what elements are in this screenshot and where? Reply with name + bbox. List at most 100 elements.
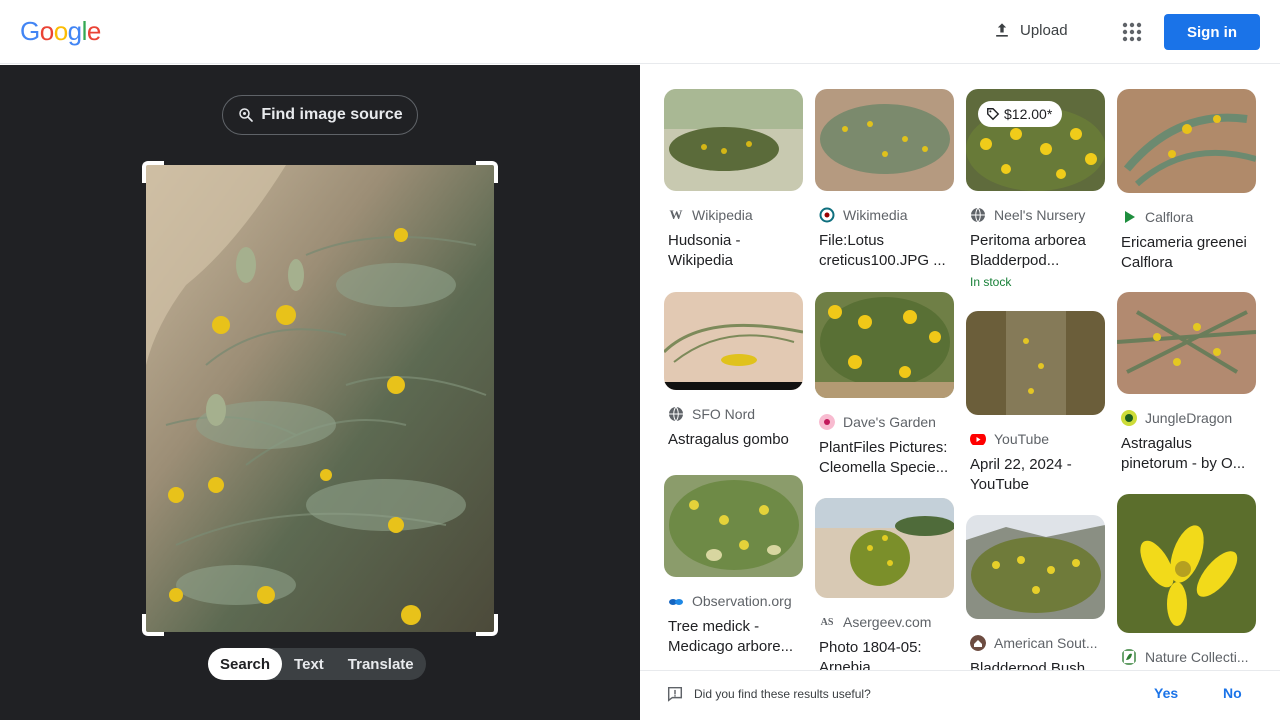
result-card[interactable]: W Wikipedia Hudsonia - Wikipedia <box>664 89 803 271</box>
result-thumbnail <box>1117 292 1256 394</box>
result-thumbnail <box>664 475 803 577</box>
tab-translate[interactable]: Translate <box>336 648 426 680</box>
result-thumbnail <box>1117 494 1256 633</box>
youtube-icon <box>970 434 986 445</box>
wikipedia-icon: W <box>669 207 683 222</box>
visual-matches-panel: W Wikipedia Hudsonia - Wikipedia SFO Nor… <box>640 65 1280 720</box>
result-thumbnail <box>815 89 954 191</box>
result-title: Astragalus pinetorum - by O... <box>1121 435 1246 472</box>
result-source: Neel's Nursery <box>966 207 1105 223</box>
crop-handle-bottom-right[interactable] <box>476 614 498 636</box>
result-title: Ericameria greenei Calflora <box>1121 234 1247 271</box>
source-name: Neel's Nursery <box>994 207 1086 223</box>
observation-icon <box>669 599 683 605</box>
result-card[interactable]: Observation.org Tree medick - Medicago a… <box>664 475 803 657</box>
header: Google Upload Sign in <box>0 0 1280 64</box>
source-name: Calflora <box>1145 209 1194 225</box>
result-source: SFO Nord <box>664 406 803 422</box>
upload-button[interactable]: Upload <box>992 20 1068 40</box>
globe-icon <box>971 207 985 223</box>
source-name: Asergeev.com <box>843 614 932 630</box>
result-title: Hudsonia - Wikipedia <box>668 232 741 269</box>
lens-mode-tabs: Search Text Translate <box>208 648 426 680</box>
source-name: Nature Collecti... <box>1145 649 1249 665</box>
result-title: Peritoma arborea Bladderpod... <box>970 232 1086 269</box>
query-image <box>146 165 494 632</box>
feedback-bar: Did you find these results useful? Yes N… <box>640 670 1280 720</box>
globe-icon <box>669 406 683 422</box>
feedback-icon <box>667 686 683 702</box>
result-title: PlantFiles Pictures: Cleomella Specie... <box>819 439 949 476</box>
lens-search-icon <box>239 108 254 122</box>
sign-in-button[interactable]: Sign in <box>1164 14 1260 50</box>
result-title: Tree medick - Medicago arbore... <box>668 618 794 655</box>
upload-label: Upload <box>1020 21 1068 39</box>
wikimedia-icon <box>819 207 835 223</box>
result-card[interactable]: American Sout... Bladderpod Bush, <box>966 515 1105 679</box>
result-source: JungleDragon <box>1117 410 1256 426</box>
flower-icon <box>819 414 835 430</box>
result-source: Nature Collecti... <box>1117 649 1256 665</box>
house-icon <box>970 635 986 651</box>
source-name: Wikipedia <box>692 207 753 223</box>
result-card[interactable]: Wikimedia File:Lotus creticus100.JPG ... <box>815 89 954 271</box>
result-thumbnail <box>815 498 954 598</box>
result-source: Wikimedia <box>815 207 954 223</box>
feedback-yes-button[interactable]: Yes <box>1154 685 1178 701</box>
leaf-icon <box>1122 649 1136 665</box>
result-thumbnail <box>815 292 954 398</box>
result-card[interactable]: JungleDragon Astragalus pinetorum - by O… <box>1117 292 1256 474</box>
result-thumbnail <box>664 292 803 390</box>
apps-grid-icon[interactable] <box>1120 20 1144 44</box>
crop-selector[interactable] <box>142 161 498 636</box>
result-thumbnail <box>966 515 1105 619</box>
result-card[interactable]: Nature Collecti... <box>1117 494 1256 665</box>
stock-status: In stock <box>970 275 1012 289</box>
result-thumbnail <box>664 89 803 191</box>
price-label: $12.00* <box>1004 106 1053 122</box>
asergeev-icon: AS <box>820 616 834 628</box>
result-card[interactable]: Dave's Garden PlantFiles Pictures: Cleom… <box>815 292 954 478</box>
price-badge: $12.00* <box>978 101 1063 127</box>
crop-handle-top-left[interactable] <box>142 161 164 183</box>
result-source: AS Asergeev.com <box>815 614 954 630</box>
feedback-no-button[interactable]: No <box>1223 685 1242 701</box>
source-name: Observation.org <box>692 593 792 609</box>
upload-icon <box>996 23 1008 37</box>
result-source: Calflora <box>1117 209 1256 225</box>
result-title: Astragalus gombo <box>668 431 789 448</box>
result-card[interactable]: SFO Nord Astragalus gombo <box>664 292 803 450</box>
tab-text[interactable]: Text <box>282 648 336 680</box>
dragon-icon <box>1121 410 1137 426</box>
query-image-panel: Find image source Search Text Translate <box>0 65 640 720</box>
crop-handle-bottom-left[interactable] <box>142 614 164 636</box>
result-source: Dave's Garden <box>815 414 954 430</box>
crop-handle-top-right[interactable] <box>476 161 498 183</box>
source-name: JungleDragon <box>1145 410 1233 426</box>
source-name: YouTube <box>994 431 1050 447</box>
feedback-question: Did you find these results useful? <box>694 687 871 701</box>
source-name: SFO Nord <box>692 406 756 422</box>
tag-icon <box>987 108 1000 121</box>
find-image-source-label: Find image source <box>261 106 403 123</box>
google-logo[interactable]: Google <box>20 16 101 47</box>
result-thumbnail: $12.00* <box>966 89 1105 191</box>
result-thumbnail <box>966 311 1105 415</box>
result-title: File:Lotus creticus100.JPG ... <box>819 232 946 269</box>
result-card[interactable]: YouTube April 22, 2024 - YouTube <box>966 311 1105 495</box>
result-source: W Wikipedia <box>664 207 803 223</box>
result-source: Observation.org <box>664 593 803 609</box>
result-source: YouTube <box>966 431 1105 447</box>
tab-search[interactable]: Search <box>208 648 283 680</box>
result-card[interactable]: AS Asergeev.com Photo 1804-05: Arnebia <box>815 498 954 678</box>
find-image-source-button[interactable]: Find image source <box>222 95 418 135</box>
source-name: Wikimedia <box>843 207 908 223</box>
result-source: American Sout... <box>966 635 1105 651</box>
result-title: April 22, 2024 - YouTube <box>970 456 1072 493</box>
result-thumbnail <box>1117 89 1256 193</box>
result-card[interactable]: $12.00* Neel's Nursery Peritoma arborea … <box>966 89 1105 289</box>
result-card[interactable]: Calflora Ericameria greenei Calflora <box>1117 89 1256 273</box>
source-name: American Sout... <box>994 635 1098 651</box>
play-icon <box>1125 211 1135 223</box>
source-name: Dave's Garden <box>843 414 936 430</box>
